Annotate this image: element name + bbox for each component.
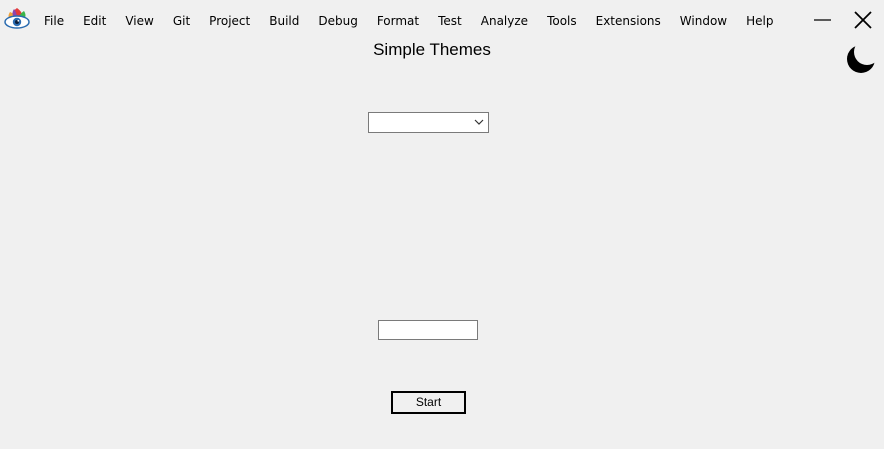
minimize-icon [814,19,831,21]
menu-window[interactable]: Window [680,13,727,29]
menu-edit[interactable]: Edit [83,13,106,29]
menu-analyze[interactable]: Analyze [481,13,528,29]
eye-logo-icon [4,8,30,29]
menu-git[interactable]: Git [173,13,190,29]
close-button[interactable] [850,8,876,32]
menu-debug[interactable]: Debug [318,13,357,29]
menu-build[interactable]: Build [269,13,299,29]
menu-project[interactable]: Project [209,13,250,29]
start-button[interactable]: Start [391,391,466,414]
menu-tools[interactable]: Tools [547,13,577,29]
minimize-button[interactable] [809,8,835,32]
menu-file[interactable]: File [44,13,64,29]
close-icon [854,11,872,29]
page-title: Simple Themes [373,40,491,59]
menu-help[interactable]: Help [746,13,773,29]
chevron-down-icon [474,119,484,125]
menu-view[interactable]: View [125,13,153,29]
theme-select[interactable] [368,112,489,133]
menu-format[interactable]: Format [377,13,419,29]
menu-test[interactable]: Test [438,13,462,29]
text-input[interactable] [378,320,478,340]
menu-extensions[interactable]: Extensions [596,13,661,29]
menu-bar: File Edit View Git Project Build Debug F… [44,13,792,29]
